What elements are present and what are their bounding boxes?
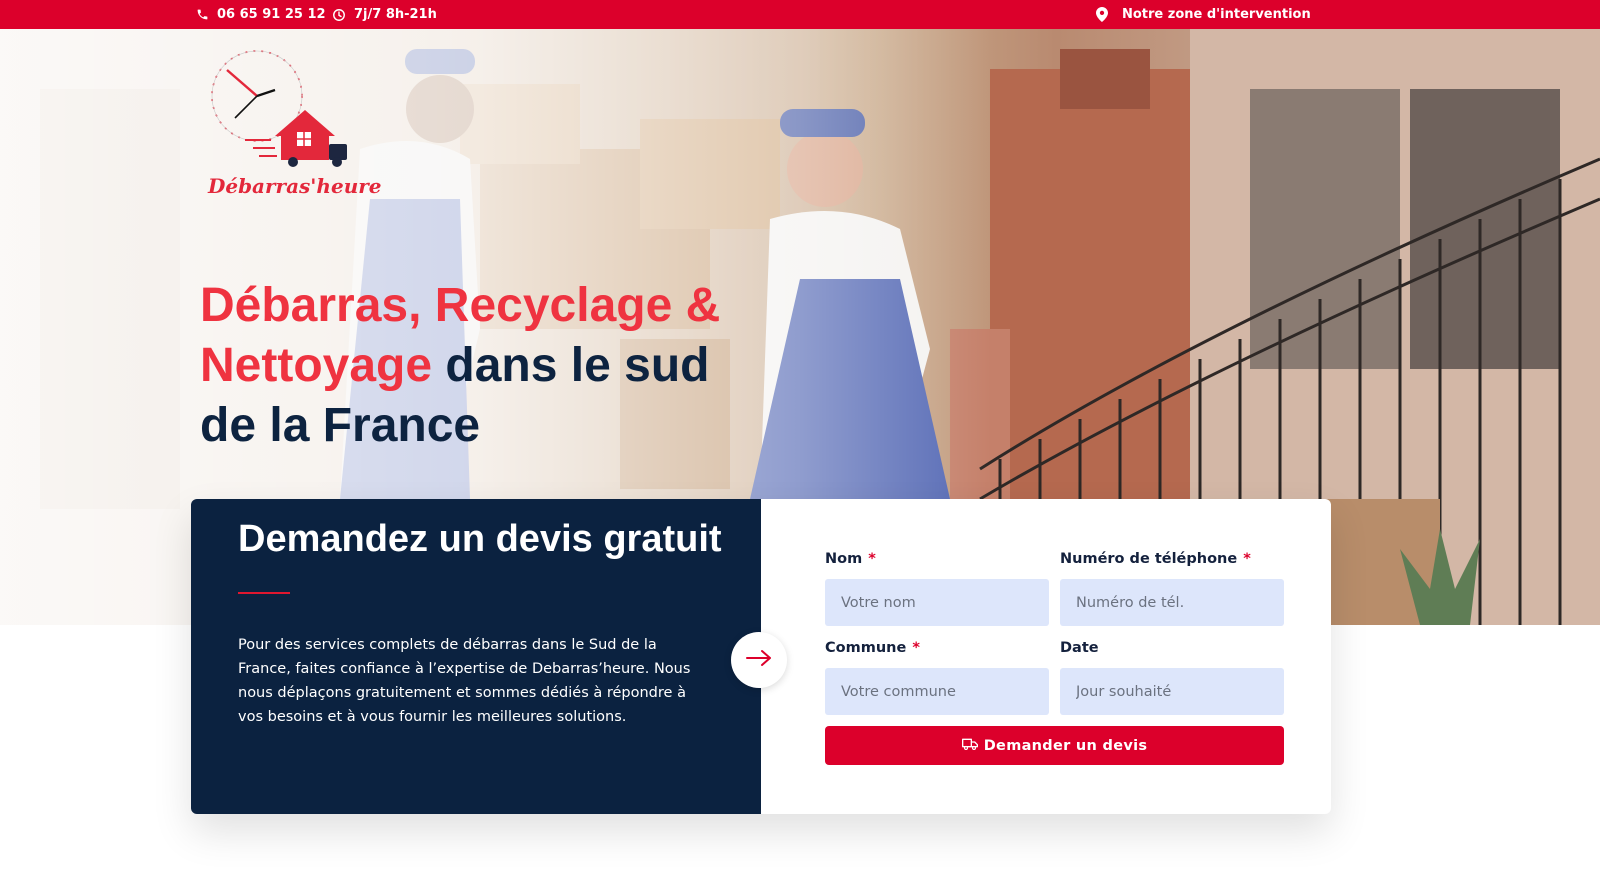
quote-request-card: Demandez un devis gratuit Pour des servi… — [191, 499, 1331, 814]
map-pin-icon — [1096, 7, 1108, 22]
headline-dark-line-2: de la France — [200, 399, 481, 452]
brand-name: Débarras'heure — [208, 174, 382, 198]
arrow-badge — [731, 632, 787, 688]
telephone-input[interactable] — [1060, 579, 1284, 626]
commune-label-text: Commune — [825, 640, 907, 656]
nom-label-text: Nom — [825, 551, 863, 567]
headline-red-line-2: Nettoyage — [200, 339, 433, 392]
quote-card-title: Demandez un devis gratuit — [238, 518, 722, 560]
commune-input[interactable] — [825, 668, 1049, 715]
date-label-text: Date — [1060, 640, 1099, 656]
telephone-required-marker: * — [1243, 551, 1251, 567]
hours-text: 7j/7 8h-21h — [354, 7, 437, 22]
nom-required-marker: * — [868, 551, 876, 567]
request-quote-button[interactable]: Demander un devis — [825, 726, 1284, 765]
phone-number: 06 65 91 25 12 — [217, 7, 326, 22]
top-bar: 06 65 91 25 12 7j/7 8h-21h Notre zone d'… — [0, 0, 1600, 29]
headline-dark-line-1: dans le sud — [432, 339, 710, 392]
nom-input[interactable] — [825, 579, 1049, 626]
zone-link[interactable]: Notre zone d'intervention — [1096, 0, 1311, 29]
date-label: Date — [1060, 640, 1099, 656]
opening-hours: 7j/7 8h-21h — [332, 0, 437, 29]
truck-icon — [961, 738, 978, 754]
commune-label: Commune * — [825, 640, 920, 656]
telephone-label: Numéro de téléphone * — [1060, 551, 1251, 567]
quote-card-description: Pour des services complets de débarras d… — [238, 637, 691, 725]
phone-icon — [196, 8, 209, 21]
logo-clock-truck-icon — [211, 50, 347, 167]
request-quote-label: Demander un devis — [983, 737, 1148, 754]
hero-headline: Débarras, Recyclage & Nettoyage dans le … — [200, 276, 760, 456]
date-input[interactable] — [1060, 668, 1284, 715]
headline-red-line-1: Débarras, Recyclage & — [200, 279, 721, 332]
commune-required-marker: * — [912, 640, 920, 656]
phone-link[interactable]: 06 65 91 25 12 — [196, 0, 326, 29]
title-divider — [238, 592, 290, 594]
clock-icon — [332, 8, 346, 22]
quote-info-panel: Demandez un devis gratuit Pour des servi… — [191, 499, 761, 814]
nom-label: Nom * — [825, 551, 876, 567]
zone-link-text: Notre zone d'intervention — [1122, 7, 1311, 22]
telephone-label-text: Numéro de téléphone — [1060, 551, 1238, 567]
arrow-right-icon — [745, 649, 773, 671]
